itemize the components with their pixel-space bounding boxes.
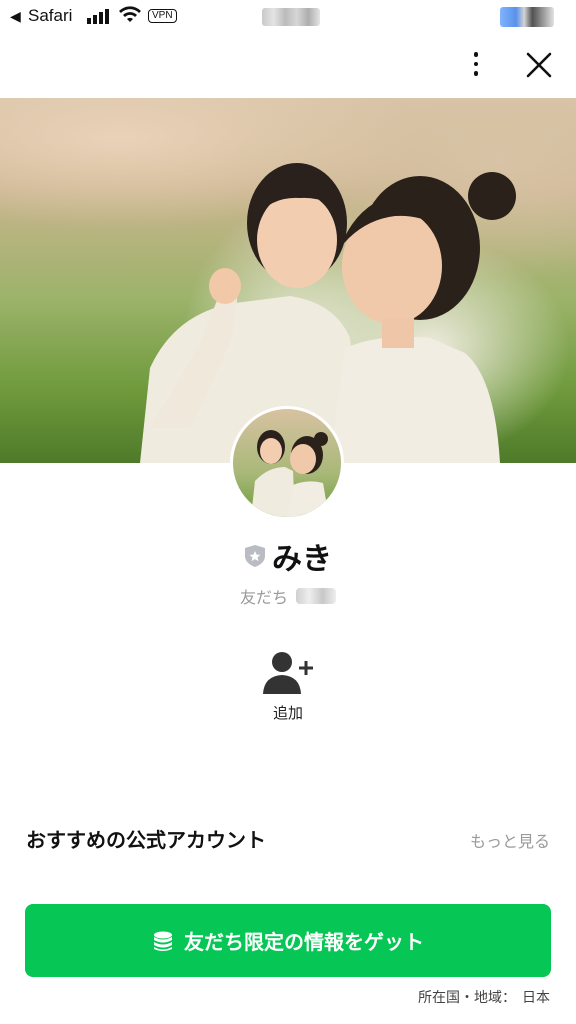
vpn-badge: VPN xyxy=(148,9,177,23)
profile-avatar[interactable] xyxy=(230,406,344,520)
profile-sub-row: 友だち xyxy=(0,584,576,608)
get-friend-info-label: 友だち限定の情報をゲット xyxy=(184,930,424,954)
profile-name: みき xyxy=(272,542,332,577)
friends-label: 友だち xyxy=(239,588,288,607)
get-friend-info-button[interactable]: 友だち限定の情報をゲット xyxy=(25,904,551,977)
region-label: 所在国・地域： xyxy=(418,990,516,1006)
back-to-app-icon[interactable]: ◀ xyxy=(10,8,21,25)
add-friend-button[interactable]: 追加 xyxy=(258,650,318,730)
recommended-title: おすすめの公式アカウント xyxy=(26,828,266,852)
coin-stack-icon xyxy=(154,931,172,951)
top-nav xyxy=(0,34,576,98)
verified-badge-icon xyxy=(245,545,265,567)
region-row: 所在国・地域： 日本 xyxy=(418,987,550,1007)
region-value: 日本 xyxy=(522,990,550,1006)
more-vertical-icon[interactable] xyxy=(466,52,486,80)
back-to-app-label[interactable]: Safari xyxy=(28,6,72,26)
status-bar: ◀ Safari VPN xyxy=(0,0,576,34)
add-friend-icon xyxy=(263,652,313,694)
status-time-blurred xyxy=(262,8,320,26)
wifi-icon xyxy=(119,6,141,22)
add-friend-label: 追加 xyxy=(272,704,303,722)
status-battery-blurred xyxy=(500,7,554,27)
profile-name-row: みき xyxy=(0,534,576,578)
friends-count-blurred xyxy=(296,588,336,604)
signal-icon xyxy=(87,8,109,24)
close-icon[interactable] xyxy=(524,50,554,80)
avatar-illustration xyxy=(251,430,329,517)
see-more-link[interactable]: もっと見る xyxy=(470,828,550,852)
